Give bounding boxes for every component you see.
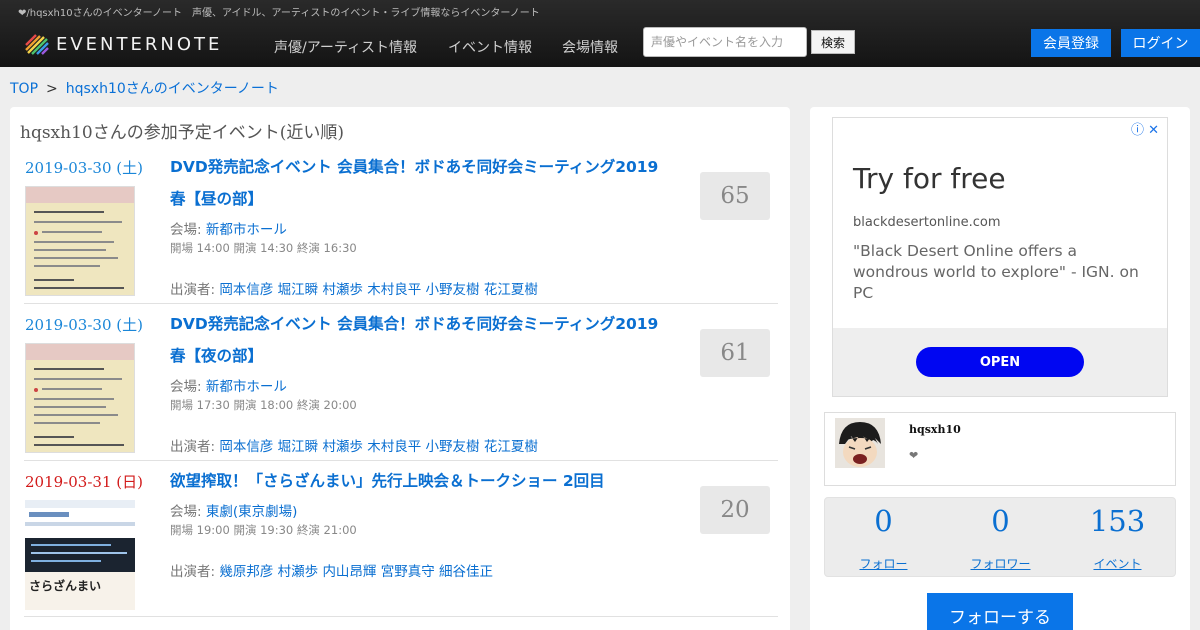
attendee-count[interactable]: 20 xyxy=(700,486,770,534)
cast-link[interactable]: 村瀬歩 xyxy=(322,439,363,455)
event-item: 2019-03-30 (土) DVD発売記念イベント 会員集合！ボドあそ同好会ミ… xyxy=(24,304,778,461)
event-thumbnail[interactable] xyxy=(25,343,135,453)
event-list-panel: hqsxh10さんの参加予定イベント(近い順) 2019-03-30 (土) D… xyxy=(10,107,790,630)
username: hqsxh10 xyxy=(909,423,961,436)
cast-link[interactable]: 岡本信彦 xyxy=(219,282,273,298)
stat-followers[interactable]: 0 フォロワー xyxy=(942,498,1059,578)
cast-label: 出演者: xyxy=(170,282,220,298)
advertisement[interactable]: ⓘ ✕ Try for free blackdesertonline.com "… xyxy=(832,117,1168,397)
cast-label: 出演者: xyxy=(170,439,220,455)
event-item: 2019-03-31 (日) さらざんまい 欲望搾取！「さらざんまい」先行上映会… xyxy=(24,461,778,617)
cast-link[interactable]: 宮野真守 xyxy=(381,564,435,580)
info-icon[interactable]: ⓘ xyxy=(1131,123,1144,138)
event-time: 開場 17:30 開演 18:00 終演 20:00 xyxy=(170,398,357,412)
breadcrumb-home[interactable]: TOP xyxy=(10,81,38,97)
register-button[interactable]: 会員登録 xyxy=(1031,29,1111,57)
nav-venues[interactable]: 会場情報 xyxy=(562,37,618,57)
venue-label: 会場: xyxy=(170,379,206,395)
event-thumbnail[interactable]: さらざんまい xyxy=(25,500,135,610)
cast-link[interactable]: 小野友樹 xyxy=(426,439,480,455)
cast-link[interactable]: 小野友樹 xyxy=(426,282,480,298)
cast-link[interactable]: 花江夏樹 xyxy=(484,439,538,455)
ad-headline[interactable]: Try for free xyxy=(853,162,1006,195)
login-button[interactable]: ログイン xyxy=(1121,29,1200,57)
nav-artists[interactable]: 声優/アーティスト情報 xyxy=(274,37,417,57)
cast-link[interactable]: 岡本信彦 xyxy=(219,439,273,455)
event-item: 2019-03-30 (土) DVD発売記念イベント 会員集合！ボドあそ同好会ミ… xyxy=(24,151,778,304)
breadcrumb-separator: > xyxy=(46,81,58,97)
cast-link[interactable]: 村瀬歩 xyxy=(278,564,319,580)
follow-button[interactable]: フォローする xyxy=(927,593,1073,630)
profile-bio: ❤ xyxy=(909,449,919,462)
event-cast: 出演者: 岡本信彦 堀江瞬 村瀬歩 木村良平 小野友樹 花江夏樹 xyxy=(170,435,538,455)
event-date: 2019-03-30 (土) xyxy=(25,159,143,177)
attendee-count[interactable]: 65 xyxy=(700,172,770,220)
stat-label[interactable]: フォロー xyxy=(825,555,942,572)
site-header: ❤/hqsxh10さんのイベンターノート 声優、アイドル、アーティストのイベント… xyxy=(0,0,1200,67)
event-cast: 出演者: 岡本信彦 堀江瞬 村瀬歩 木村良平 小野友樹 花江夏樹 xyxy=(170,278,538,298)
event-time: 開場 19:00 開演 19:30 終演 21:00 xyxy=(170,523,357,537)
event-title[interactable]: 欲望搾取！「さらざんまい」先行上映会＆トークショー 2回目 xyxy=(170,465,670,497)
venue-link[interactable]: 東劇(東京劇場) xyxy=(206,504,298,520)
ad-domain: blackdesertonline.com xyxy=(853,215,1001,230)
cast-link[interactable]: 堀江瞬 xyxy=(278,282,319,298)
stat-label[interactable]: イベント xyxy=(1059,555,1176,572)
venue-link[interactable]: 新都市ホール xyxy=(206,222,287,238)
venue-link[interactable]: 新都市ホール xyxy=(206,379,287,395)
cast-link[interactable]: 木村良平 xyxy=(367,282,421,298)
avatar-image xyxy=(835,418,885,468)
cast-link[interactable]: 花江夏樹 xyxy=(484,282,538,298)
cast-link[interactable]: 内山昂輝 xyxy=(322,564,376,580)
event-thumbnail[interactable] xyxy=(25,186,135,296)
header-tagline: ❤/hqsxh10さんのイベンターノート 声優、アイドル、アーティストのイベント… xyxy=(18,8,540,19)
cast-link[interactable]: 堀江瞬 xyxy=(278,439,319,455)
breadcrumb: TOP > hqsxh10さんのイベンターノート xyxy=(10,78,279,98)
cast-link[interactable]: 木村良平 xyxy=(367,439,421,455)
stat-label[interactable]: フォロワー xyxy=(942,555,1059,572)
avatar[interactable] xyxy=(835,418,885,468)
cast-link[interactable]: 細谷佳正 xyxy=(439,564,493,580)
ad-controls: ⓘ ✕ xyxy=(1131,119,1159,138)
event-title[interactable]: DVD発売記念イベント 会員集合！ボドあそ同好会ミーティング2019春【夜の部】 xyxy=(170,308,670,372)
event-time: 開場 14:00 開演 14:30 終演 16:30 xyxy=(170,241,357,255)
ad-open-button[interactable]: OPEN xyxy=(916,347,1084,377)
stat-value: 153 xyxy=(1089,504,1146,538)
attendee-count[interactable]: 61 xyxy=(700,329,770,377)
event-venue: 会場: 東劇(東京劇場) xyxy=(170,500,297,520)
event-venue: 会場: 新都市ホール xyxy=(170,375,287,395)
close-icon[interactable]: ✕ xyxy=(1148,123,1159,138)
search-input[interactable] xyxy=(643,27,807,57)
cast-link[interactable]: 幾原邦彦 xyxy=(219,564,273,580)
event-venue: 会場: 新都市ホール xyxy=(170,218,287,238)
event-date: 2019-03-31 (日) xyxy=(25,473,143,491)
logo-text: EVENTERNOTE xyxy=(56,33,223,55)
cast-label: 出演者: xyxy=(170,564,220,580)
stat-events[interactable]: 153 イベント xyxy=(1059,498,1176,578)
logo-icon xyxy=(25,34,49,55)
event-cast: 出演者: 幾原邦彦 村瀬歩 内山昂輝 宮野真守 細谷佳正 xyxy=(170,560,493,580)
site-logo[interactable]: EVENTERNOTE xyxy=(24,30,222,58)
event-title[interactable]: DVD発売記念イベント 会員集合！ボドあそ同好会ミーティング2019春【昼の部】 xyxy=(170,151,670,215)
ad-description: "Black Desert Online offers a wondrous w… xyxy=(853,242,1139,302)
cast-link[interactable]: 村瀬歩 xyxy=(322,282,363,298)
ad-footer: OPEN xyxy=(833,328,1167,396)
stat-value: 0 xyxy=(874,504,893,538)
stat-value: 0 xyxy=(991,504,1010,538)
search-button[interactable]: 検索 xyxy=(811,30,855,54)
nav-events[interactable]: イベント情報 xyxy=(448,37,532,57)
sidebar: ⓘ ✕ Try for free blackdesertonline.com "… xyxy=(810,107,1190,630)
venue-label: 会場: xyxy=(170,222,206,238)
profile-card: hqsxh10 ❤ xyxy=(824,412,1176,486)
section-title: hqsxh10さんの参加予定イベント(近い順) xyxy=(20,123,344,143)
stat-follow[interactable]: 0 フォロー xyxy=(825,498,942,578)
breadcrumb-current[interactable]: hqsxh10さんのイベンターノート xyxy=(66,81,279,97)
thumbnail-logo-text: さらざんまい xyxy=(29,579,102,593)
venue-label: 会場: xyxy=(170,504,206,520)
event-date: 2019-03-30 (土) xyxy=(25,316,143,334)
stats-box: 0 フォロー 0 フォロワー 153 イベント xyxy=(824,497,1176,577)
